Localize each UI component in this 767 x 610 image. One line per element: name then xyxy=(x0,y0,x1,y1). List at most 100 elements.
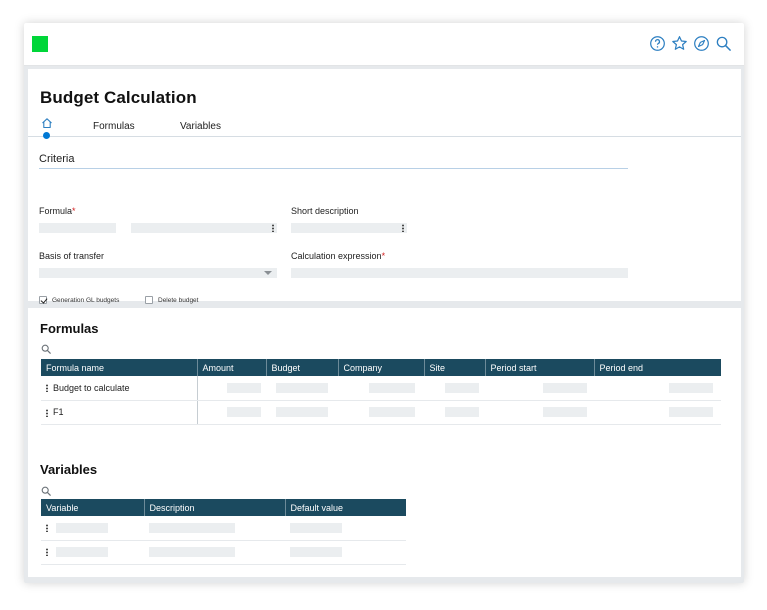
criteria-section-title: Criteria xyxy=(39,153,75,165)
search-icon[interactable] xyxy=(715,35,732,52)
cell-value xyxy=(290,522,342,533)
variable-cell[interactable] xyxy=(41,516,144,541)
period-end-cell[interactable] xyxy=(594,376,721,401)
table-row[interactable]: Budget to calculate xyxy=(41,376,721,401)
budget-cell[interactable] xyxy=(266,400,338,425)
required-mark: * xyxy=(72,206,76,216)
row-options-icon[interactable] xyxy=(46,548,48,556)
table-row[interactable]: F1 xyxy=(41,400,721,425)
column-header[interactable]: Default value xyxy=(285,499,406,516)
cell-value xyxy=(56,547,108,557)
top-header xyxy=(24,23,744,66)
company-cell[interactable] xyxy=(338,376,424,401)
calculation-expression-field[interactable] xyxy=(291,268,628,278)
cell-value xyxy=(369,407,415,417)
default-value-cell[interactable] xyxy=(285,516,406,541)
budget-cell[interactable] xyxy=(266,376,338,401)
default-value-cell[interactable] xyxy=(285,540,406,565)
checkbox-unchecked-icon[interactable] xyxy=(145,296,153,304)
cell-value xyxy=(276,407,328,417)
variables-panel: Variables Variable Description Default v… xyxy=(28,451,741,577)
home-icon[interactable] xyxy=(41,117,53,129)
description-cell[interactable] xyxy=(144,516,285,541)
formulas-panel: Formulas Formula name Amount Budget Comp… xyxy=(28,308,741,458)
cell-value xyxy=(226,382,261,393)
compass-icon[interactable] xyxy=(693,35,710,52)
cell-value xyxy=(543,382,587,393)
formula-description-field[interactable] xyxy=(131,223,277,233)
period-start-cell[interactable] xyxy=(485,400,594,425)
period-start-cell[interactable] xyxy=(485,376,594,401)
formula-options-icon[interactable] xyxy=(272,224,274,232)
short-description-options-icon[interactable] xyxy=(402,224,404,232)
formula-label: Formula* xyxy=(39,206,76,216)
cell-value xyxy=(149,547,235,557)
column-header[interactable]: Amount xyxy=(197,359,267,376)
row-options-icon[interactable] xyxy=(46,384,48,393)
column-header[interactable]: Formula name xyxy=(41,359,198,376)
app-window: Budget Calculation Formulas Variables Cr… xyxy=(24,23,744,583)
basis-of-transfer-label: Basis of transfer xyxy=(39,251,105,261)
tab-bar: Formulas Variables xyxy=(28,117,741,139)
variable-cell[interactable] xyxy=(41,540,144,565)
generation-gl-budgets-label: Generation GL budgets xyxy=(52,296,120,304)
active-tab-indicator xyxy=(43,132,50,139)
page-title: Budget Calculation xyxy=(40,88,197,107)
criteria-panel: Budget Calculation Formulas Variables Cr… xyxy=(28,69,741,304)
column-header[interactable]: Period end xyxy=(594,359,721,376)
header-icons xyxy=(649,35,732,52)
cell-value xyxy=(445,382,479,393)
description-cell[interactable] xyxy=(144,540,285,565)
basis-of-transfer-select[interactable] xyxy=(39,268,277,278)
formula-code-field[interactable] xyxy=(39,223,116,233)
formula-name-cell[interactable]: F1 xyxy=(41,400,198,425)
search-icon[interactable] xyxy=(41,486,51,496)
site-cell[interactable] xyxy=(424,376,485,401)
column-header[interactable]: Budget xyxy=(266,359,339,376)
delete-budget-checkbox[interactable]: Delete budget xyxy=(145,296,198,304)
chevron-down-icon[interactable] xyxy=(264,271,272,275)
search-icon[interactable] xyxy=(41,344,51,354)
delete-budget-label: Delete budget xyxy=(158,296,199,304)
cell-value xyxy=(149,522,235,533)
tab-variables[interactable]: Variables xyxy=(180,121,221,132)
calculation-expression-label-text: Calculation expression xyxy=(291,251,382,261)
company-cell[interactable] xyxy=(338,400,424,425)
column-header[interactable]: Site xyxy=(424,359,486,376)
column-header[interactable]: Variable xyxy=(41,499,145,516)
short-description-label: Short description xyxy=(291,206,359,216)
period-end-cell[interactable] xyxy=(594,400,721,425)
table-header-row: Variable Description Default value xyxy=(41,499,406,516)
site-cell[interactable] xyxy=(424,400,485,425)
generation-gl-budgets-checkbox[interactable]: Generation GL budgets xyxy=(39,296,119,304)
cell-value xyxy=(669,382,713,393)
cell-value xyxy=(445,407,479,417)
cell-value xyxy=(369,382,415,393)
cell-value xyxy=(226,407,261,417)
required-mark: * xyxy=(381,251,386,261)
amount-cell[interactable] xyxy=(197,400,266,425)
table-row[interactable] xyxy=(41,540,406,565)
formula-name: F1 xyxy=(53,407,64,417)
checkbox-checked-icon[interactable] xyxy=(39,296,47,304)
amount-cell[interactable] xyxy=(197,376,266,401)
calculation-expression-label: Calculation expression* xyxy=(291,251,385,261)
app-logo[interactable] xyxy=(32,36,48,52)
cell-value xyxy=(56,522,108,533)
table-row[interactable] xyxy=(41,516,406,541)
formulas-table: Formula name Amount Budget Company Site … xyxy=(41,359,721,425)
cell-value xyxy=(669,407,713,417)
column-header[interactable]: Company xyxy=(338,359,425,376)
help-icon[interactable] xyxy=(649,35,666,52)
star-icon[interactable] xyxy=(671,35,688,52)
variables-table: Variable Description Default value xyxy=(41,499,406,565)
formula-label-text: Formula xyxy=(39,206,73,216)
column-header[interactable]: Period start xyxy=(485,359,595,376)
tab-formulas[interactable]: Formulas xyxy=(93,121,135,132)
row-options-icon[interactable] xyxy=(46,523,48,532)
row-options-icon[interactable] xyxy=(46,408,48,417)
formula-name-cell[interactable]: Budget to calculate xyxy=(41,376,198,401)
column-header[interactable]: Description xyxy=(144,499,286,516)
short-description-field[interactable] xyxy=(291,223,407,233)
formula-name: Budget to calculate xyxy=(53,382,130,393)
